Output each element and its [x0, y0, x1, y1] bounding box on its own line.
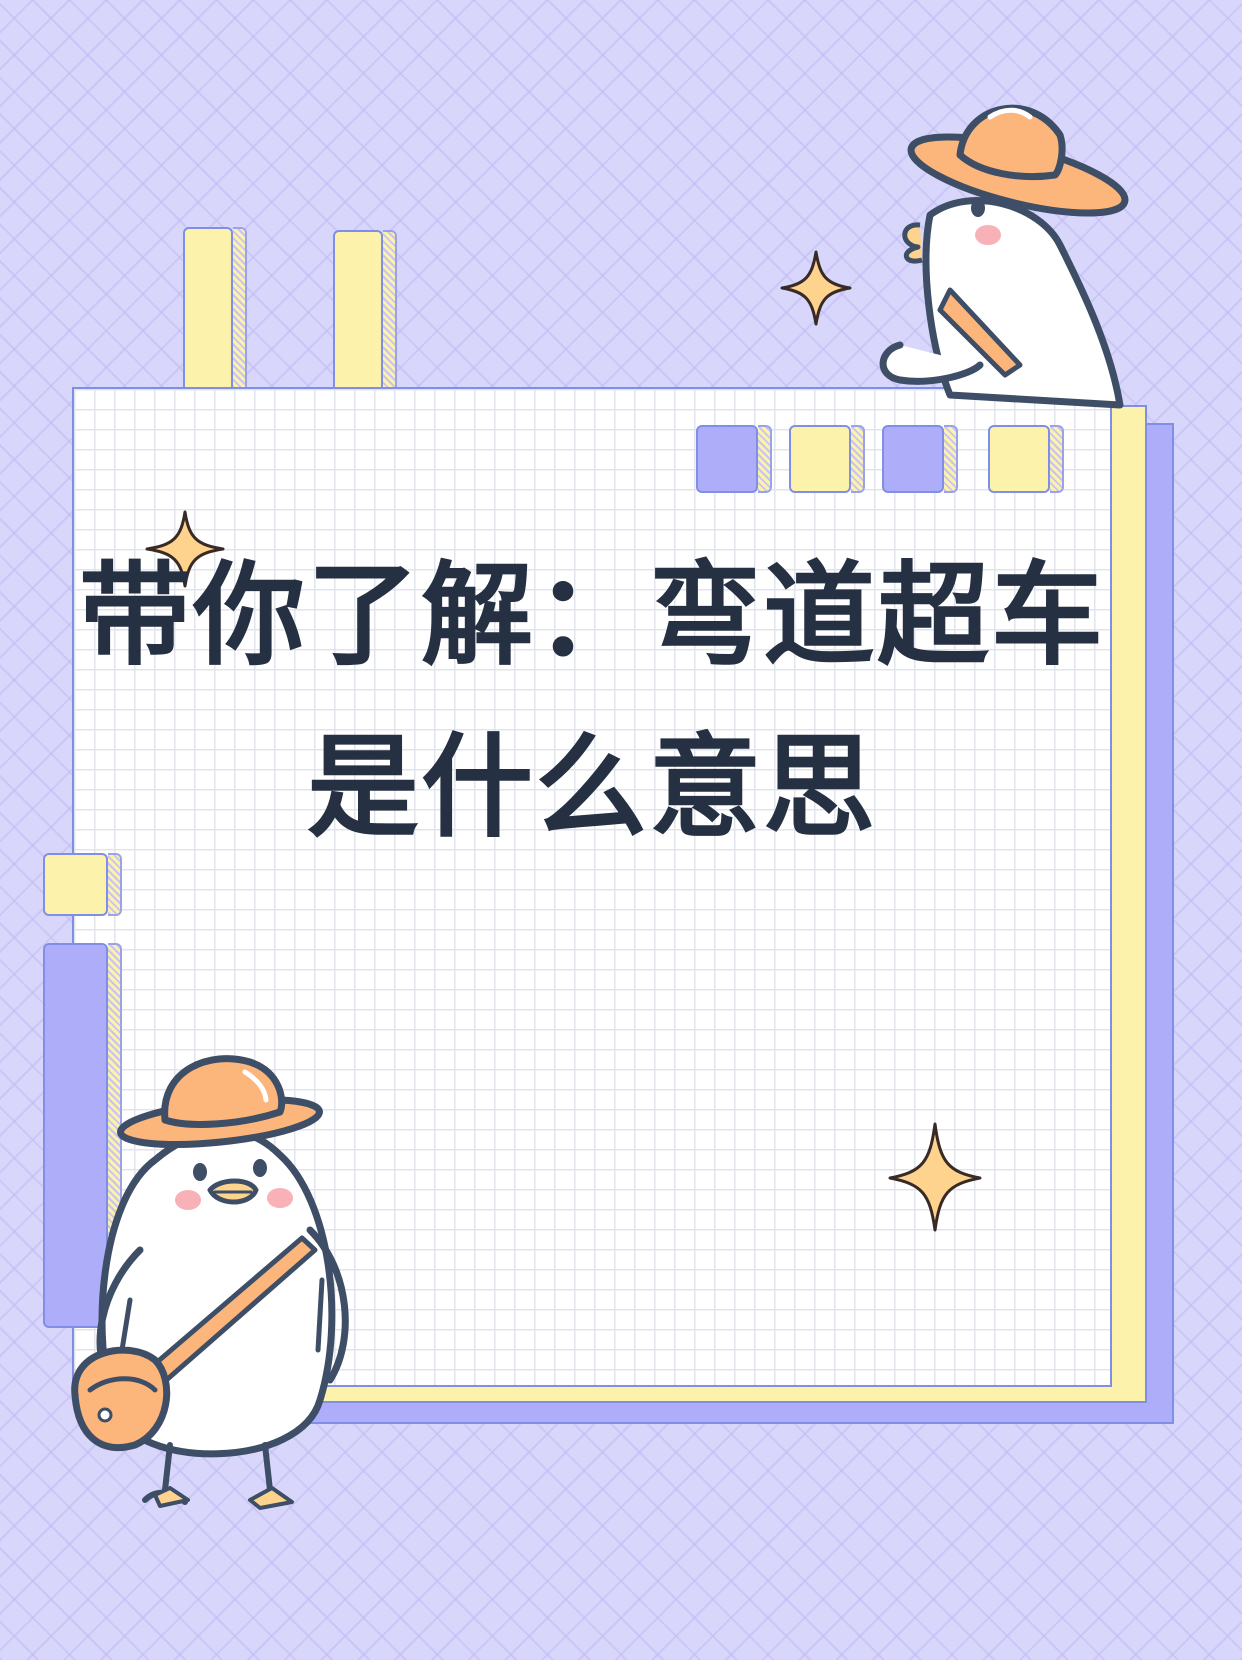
top-tab-right	[333, 230, 397, 400]
page-title: 带你了解：弯道超车 是什么意思	[72, 530, 1112, 874]
duck-with-hat-icon	[879, 104, 1129, 409]
title-line-1: 带你了解：弯道超车	[79, 551, 1105, 681]
square-tab-1	[696, 425, 772, 493]
square-tab-4	[988, 425, 1064, 493]
top-tab-left	[183, 227, 247, 397]
sparkle-icon	[888, 1122, 982, 1232]
title-line-2: 是什么意思	[307, 723, 877, 853]
square-tab-2	[789, 425, 865, 493]
duck-with-bag-icon	[71, 1055, 349, 1510]
square-tab-3	[882, 425, 958, 493]
sparkle-icon	[780, 250, 852, 326]
